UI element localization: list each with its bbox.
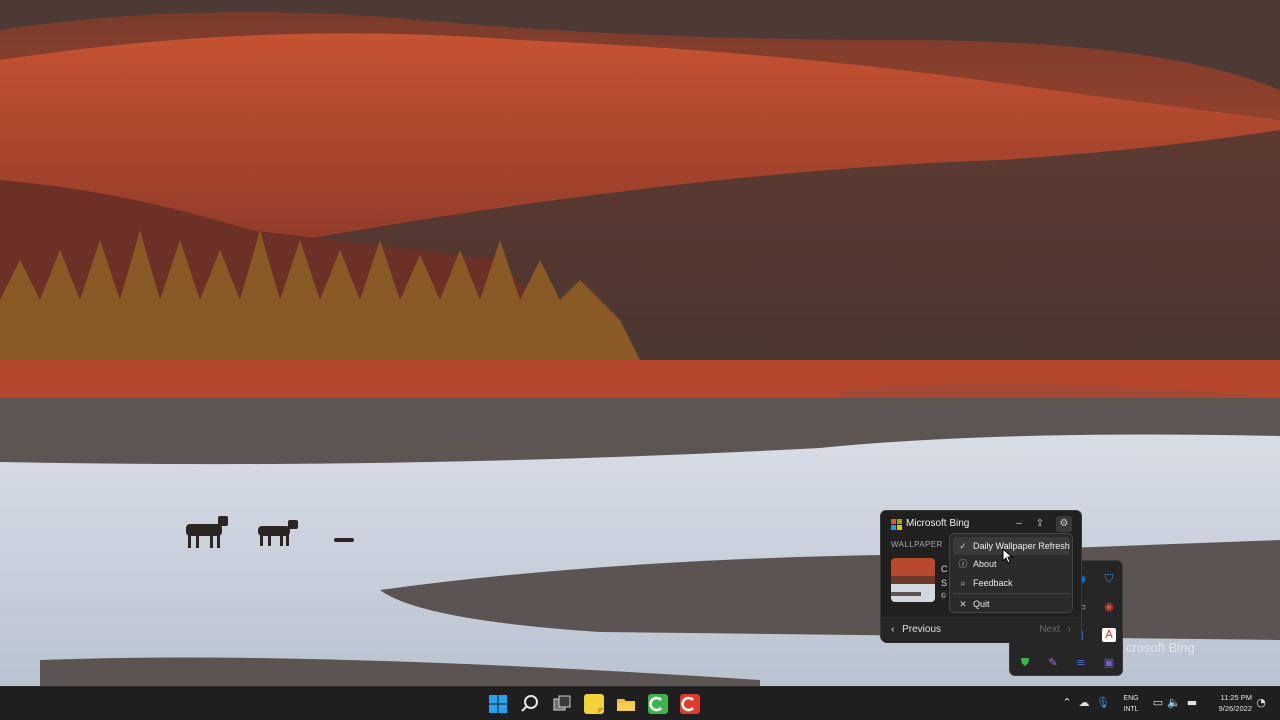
volume-icon[interactable]: 🔈 <box>1167 696 1181 710</box>
feedback-icon: ⌕ <box>960 578 966 588</box>
pen-icon[interactable]: ✎ <box>1046 656 1060 670</box>
flyout-footer: ‹ Previous Next › <box>881 617 1081 643</box>
gear-icon[interactable]: ⚙ <box>1056 516 1072 532</box>
camtasia-green-icon[interactable] <box>648 694 668 714</box>
menu-item-feedback[interactable]: ⌕ Feedback <box>953 574 1070 592</box>
wallpaper-thumbnail[interactable] <box>891 558 935 602</box>
info-icon: ⓘ <box>958 559 968 569</box>
teams-icon[interactable]: ≡ <box>1074 656 1088 670</box>
language-line-2: INTL <box>1123 706 1139 713</box>
next-button[interactable]: Next › <box>1039 624 1071 635</box>
menu-item-label: About <box>973 559 997 569</box>
defender-icon[interactable]: ⛉ <box>1102 572 1116 586</box>
chevron-right-icon: › <box>1067 624 1071 635</box>
caption-line-2: S <box>941 578 948 588</box>
share-icon[interactable]: ⇪ <box>1032 516 1048 532</box>
menu-item-label: Feedback <box>973 578 1013 588</box>
chrome-icon[interactable]: ◉ <box>1102 600 1116 614</box>
menu-item-label: Daily Wallpaper Refresh <box>973 541 1070 551</box>
clock-time: 11:25 PM <box>1220 693 1252 702</box>
menu-item-quit[interactable]: ✕ Quit <box>953 595 1070 613</box>
next-label: Next <box>1039 624 1060 635</box>
previous-button[interactable]: ‹ Previous <box>891 624 941 635</box>
menu-item-label: Quit <box>973 599 990 609</box>
display-icon[interactable]: ▭ <box>1151 696 1165 710</box>
language-indicator[interactable]: ENG INTL <box>1118 693 1144 715</box>
microsoft-logo-icon <box>891 519 902 530</box>
previous-label: Previous <box>902 624 942 635</box>
checkmark-icon: ✓ <box>959 541 967 551</box>
settings-menu: ✓ Daily Wallpaper Refresh ⓘ About ⌕ Feed… <box>949 533 1073 613</box>
close-icon: ✕ <box>959 599 967 609</box>
battery-icon[interactable]: ▬ <box>1185 696 1199 710</box>
camtasia-red-icon[interactable] <box>680 694 700 714</box>
menu-separator <box>953 593 1070 594</box>
office-icon[interactable]: ▣ <box>1102 656 1116 670</box>
adobe-icon[interactable]: A <box>1102 628 1116 642</box>
flyout-title: Microsoft Bing <box>906 518 970 529</box>
chevron-up-icon[interactable]: ⌃ <box>1060 696 1074 710</box>
onedrive-icon[interactable]: ☁ <box>1077 696 1091 710</box>
clock-date: 9/26/2022 <box>1218 704 1252 713</box>
bing-watermark: crosoft Bing <box>1126 640 1195 655</box>
caption-line-3: © <box>941 593 947 600</box>
sticky-notes-icon[interactable] <box>584 694 604 714</box>
start-icon[interactable] <box>488 694 508 714</box>
wallpaper-section-label: WALLPAPER <box>891 540 943 549</box>
taskbar: ⌃ ☁ 🎙 ENG INTL ▭ 🔈 ▬ 11:25 PM 9/26/2022 … <box>0 686 1280 720</box>
clock[interactable]: 11:25 PM 9/26/2022 <box>1200 692 1252 714</box>
notification-icon[interactable]: ◔ <box>1254 696 1268 710</box>
language-line-1: ENG <box>1123 695 1139 702</box>
file-explorer-icon[interactable] <box>616 694 636 714</box>
caption-line-1: C <box>941 564 948 574</box>
shield-icon[interactable]: ⛊ <box>1018 656 1032 670</box>
search-icon[interactable] <box>520 694 540 714</box>
microphone-icon[interactable]: 🎙 <box>1096 696 1110 710</box>
task-view-icon[interactable] <box>552 694 572 714</box>
mouse-cursor-icon <box>1002 548 1014 564</box>
chevron-left-icon: ‹ <box>891 624 895 635</box>
wallpaper-caption: C S © <box>941 562 948 604</box>
minimize-icon[interactable]: – <box>1011 516 1027 532</box>
